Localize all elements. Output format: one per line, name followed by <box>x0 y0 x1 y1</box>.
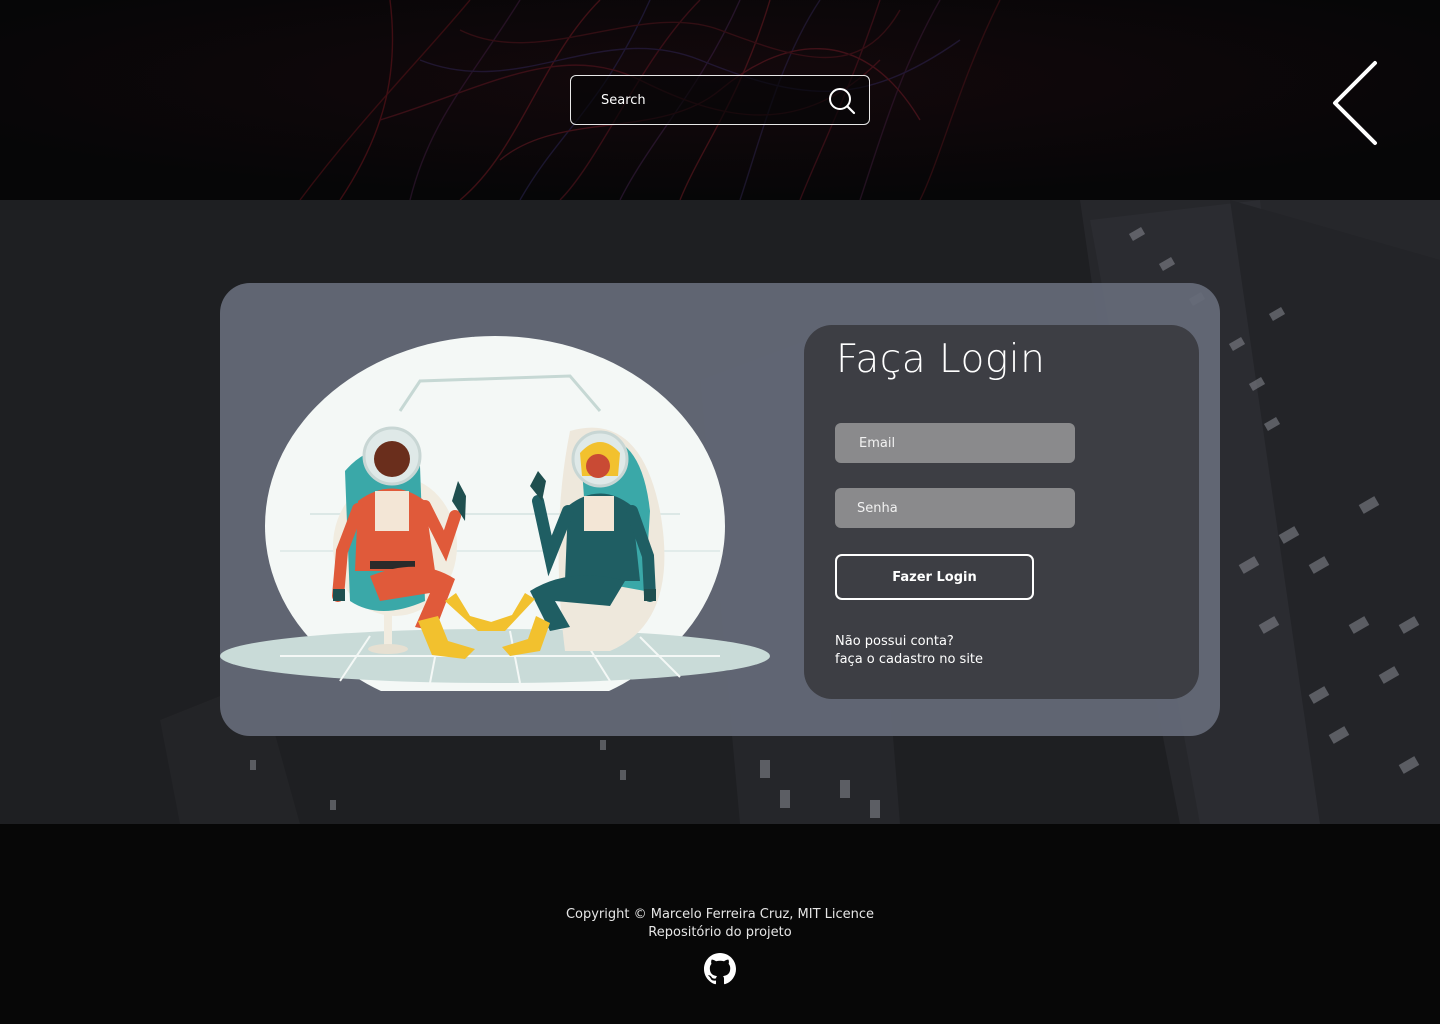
chevron-left-icon[interactable] <box>1326 58 1384 150</box>
search-input[interactable] <box>571 76 821 124</box>
email-field[interactable] <box>835 423 1075 463</box>
search-icon[interactable] <box>825 84 859 118</box>
github-icon[interactable] <box>704 953 736 985</box>
signup-prompt: Não possui conta? faça o cadastro no sit… <box>835 633 983 669</box>
login-button[interactable]: Fazer Login <box>835 554 1034 600</box>
site-footer: Copyright © Marcelo Ferreira Cruz, MIT L… <box>0 824 1440 1024</box>
signup-link[interactable]: faça o cadastro no site <box>835 652 983 667</box>
copyright-text: Copyright © Marcelo Ferreira Cruz, MIT L… <box>565 907 875 922</box>
login-card: Faça Login Fazer Login Não possui conta?… <box>220 283 1220 736</box>
repo-link[interactable]: Repositório do projeto <box>0 924 1440 942</box>
search-bar <box>570 75 870 125</box>
login-title: Faça Login <box>836 337 1046 382</box>
site-header <box>0 0 1440 200</box>
login-panel: Faça Login Fazer Login Não possui conta?… <box>804 325 1199 699</box>
astronauts-illustration <box>220 336 770 691</box>
password-field[interactable] <box>835 488 1075 528</box>
signup-question: Não possui conta? <box>835 634 954 649</box>
main-section: Faça Login Fazer Login Não possui conta?… <box>0 200 1440 824</box>
